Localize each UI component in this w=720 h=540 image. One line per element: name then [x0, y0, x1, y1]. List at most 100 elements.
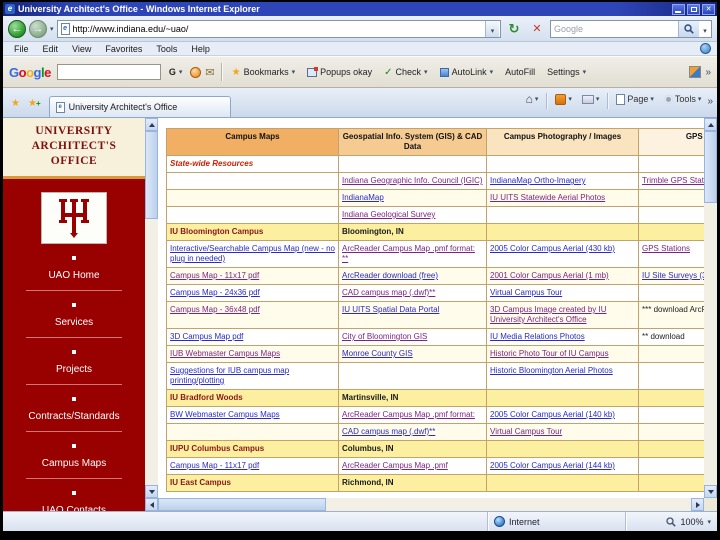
sidebar-scrollbar[interactable]	[145, 118, 158, 498]
menu-edit[interactable]: Edit	[36, 44, 66, 54]
content-link[interactable]: Indiana Geological Survey	[342, 210, 435, 219]
print-button[interactable]: ▾	[578, 89, 604, 109]
content-link[interactable]: ArcReader Campus Map .pmf format:	[342, 410, 475, 419]
menu-favorites[interactable]: Favorites	[98, 44, 149, 54]
content-link[interactable]: BW Webmaster Campus Maps	[170, 410, 280, 419]
content-link[interactable]: IU Media Relations Photos	[490, 332, 585, 341]
content-link[interactable]: Suggestions for IUB campus map printing/…	[170, 366, 289, 385]
tab-overflow-chevron[interactable]: »	[707, 96, 713, 107]
content-link[interactable]: IU Site Surveys (3)	[642, 271, 704, 280]
sidebar-item-services[interactable]: Services	[3, 302, 145, 338]
content-link[interactable]: Indiana Geographic Info. Council (IGIC)	[342, 176, 483, 185]
autofill-button[interactable]: AutoFill	[501, 65, 539, 79]
tab-university-architects-office[interactable]: e University Architect's Office	[48, 96, 231, 117]
content-link[interactable]: Campus Map - 11x17 pdf	[170, 271, 259, 280]
zoom-control[interactable]: 100% ▾	[625, 512, 717, 531]
stop-button[interactable]: ✕	[527, 19, 547, 39]
refresh-button[interactable]: ↻	[504, 19, 524, 39]
pagerank-icon[interactable]	[190, 66, 202, 78]
scrollbar-thumb[interactable]	[704, 131, 717, 203]
content-link[interactable]: Campus Map - 24x36 pdf	[170, 288, 260, 297]
content-link[interactable]: ArcReader download (free)	[342, 271, 438, 280]
content-link[interactable]: 2005 Color Campus Aerial (144 kb)	[490, 461, 615, 470]
zoom-dropdown[interactable]: ▾	[707, 518, 711, 526]
content-link[interactable]: CAD campus map (.dwf)**	[342, 427, 435, 436]
toolbar-settings-button[interactable]: Settings ▾	[543, 65, 590, 79]
search-input[interactable]	[551, 23, 678, 34]
search-options-dropdown[interactable]: ▾	[699, 20, 711, 38]
favorites-center-button[interactable]: ★	[7, 93, 24, 113]
scrollbar-thumb[interactable]	[145, 131, 158, 219]
content-link[interactable]: Campus Map - 11x17 pdf	[170, 461, 259, 470]
home-icon: ⌂	[525, 92, 533, 106]
forward-button[interactable]: →	[29, 19, 47, 38]
menu-tools[interactable]: Tools	[149, 44, 184, 54]
google-toolbar-search-input[interactable]	[56, 64, 161, 80]
toolbar-overflow-chevron[interactable]: »	[705, 67, 711, 78]
search-go-button[interactable]	[678, 20, 699, 37]
content-link[interactable]: Interactive/Searchable Campus Map (new -…	[170, 244, 335, 263]
autolink-button[interactable]: AutoLink ▾	[436, 65, 498, 79]
feeds-button[interactable]: ▾	[551, 89, 576, 109]
bullet-icon	[72, 302, 76, 307]
add-favorite-button[interactable]: ★ +	[24, 93, 45, 113]
spellcheck-button[interactable]: ✓ Check ▾	[380, 65, 431, 80]
content-link[interactable]: 3D Campus Image created by IU University…	[490, 305, 607, 324]
google-search-go-button[interactable]: G ▾	[165, 65, 187, 79]
sidebar-item-projects[interactable]: Projects	[3, 349, 145, 385]
content-link[interactable]: 2005 Color Campus Aerial (140 kb)	[490, 410, 615, 419]
horizontal-scrollbar[interactable]	[145, 498, 704, 511]
content-link[interactable]: Trimble GPS Stations	[642, 176, 704, 185]
popup-blocker-button[interactable]: Popups okay	[303, 65, 376, 79]
content-link[interactable]: IndianaMap	[342, 193, 384, 202]
content-link[interactable]: Virtual Campus Tour	[490, 427, 562, 436]
scroll-left-arrow[interactable]	[145, 498, 158, 511]
content-link[interactable]: Campus Map - 36x48 pdf	[170, 305, 260, 314]
sidebar-item-uao-home[interactable]: UAO Home	[3, 255, 145, 291]
tools-menu-button[interactable]: Tools ▾	[660, 89, 706, 109]
content-link[interactable]: ArcReader Campus Map .pmf format: **	[342, 244, 475, 263]
sidebar-item-campus-maps[interactable]: Campus Maps	[3, 443, 145, 479]
content-link[interactable]: City of Bloomington GIS	[342, 332, 427, 341]
sidebar-item-uao-contacts[interactable]: UAO Contacts	[3, 490, 145, 511]
scrollbar-thumb[interactable]	[158, 498, 326, 511]
menu-view[interactable]: View	[65, 44, 98, 54]
content-link[interactable]: ArcReader Campus Map .pmf	[342, 461, 448, 470]
content-link[interactable]: CAD campus map (.dwf)**	[342, 288, 435, 297]
url-text[interactable]: http://www.indiana.edu/~uao/	[73, 24, 482, 34]
vertical-scrollbar[interactable]	[704, 118, 717, 498]
home-button[interactable]: ⌂ ▾	[522, 89, 543, 109]
content-link[interactable]: Monroe County GIS	[342, 349, 413, 358]
gmail-icon[interactable]: ✉	[205, 66, 214, 79]
scroll-down-arrow[interactable]	[704, 485, 717, 498]
content-link[interactable]: Historic Bloomington Aerial Photos	[490, 366, 613, 375]
menu-file[interactable]: File	[7, 44, 36, 54]
scroll-right-arrow[interactable]	[691, 498, 704, 511]
recent-pages-dropdown[interactable]: ▾	[50, 25, 54, 33]
scroll-up-arrow[interactable]	[704, 118, 717, 131]
maximize-button[interactable]	[687, 3, 700, 15]
content-link[interactable]: IU UITS Spatial Data Portal	[342, 305, 439, 314]
google-toolbar-extra-icon[interactable]	[689, 66, 702, 78]
address-bar[interactable]: e http://www.indiana.edu/~uao/ ▾	[56, 19, 501, 38]
content-link[interactable]: Historic Photo Tour of IU Campus	[490, 349, 609, 358]
minimize-button[interactable]	[672, 3, 685, 15]
address-dropdown[interactable]: ▾	[485, 20, 499, 37]
content-link[interactable]: GPS Stations	[642, 244, 690, 253]
page-menu-button[interactable]: Page ▾	[612, 89, 658, 109]
content-link[interactable]: 3D Campus Map pdf	[170, 332, 243, 341]
scroll-down-arrow[interactable]	[145, 485, 158, 498]
content-link[interactable]: IU UITS Statewide Aerial Photos	[490, 193, 605, 202]
content-link[interactable]: IUB Webmaster Campus Maps	[170, 349, 280, 358]
menu-help[interactable]: Help	[184, 44, 217, 54]
close-button[interactable]: ✕	[702, 3, 715, 15]
scroll-up-arrow[interactable]	[145, 118, 158, 131]
content-link[interactable]: IndianaMap Ortho-Imagery	[490, 176, 586, 185]
content-link[interactable]: Virtual Campus Tour	[490, 288, 562, 297]
sidebar-item-contracts-standards[interactable]: Contracts/Standards	[3, 396, 145, 432]
content-link[interactable]: 2001 Color Campus Aerial (1 mb)	[490, 271, 609, 280]
section-header-row: IU Bloomington Campus Bloomington, IN	[166, 223, 704, 241]
bookmarks-button[interactable]: ★ Bookmarks ▾	[228, 65, 300, 80]
back-button[interactable]: ←	[8, 19, 26, 38]
content-link[interactable]: 2005 Color Campus Aerial (430 kb)	[490, 244, 615, 253]
